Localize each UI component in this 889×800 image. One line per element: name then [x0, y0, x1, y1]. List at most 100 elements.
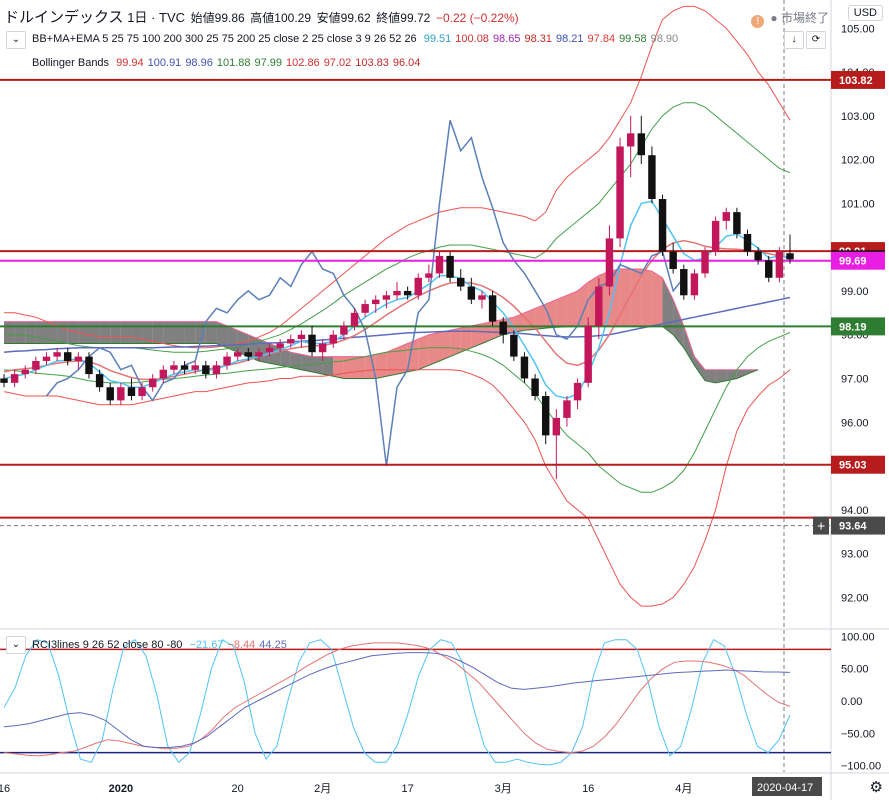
ichimoku-cloud-segment	[163, 321, 174, 344]
main-value: 99.51	[423, 33, 452, 45]
ichimoku-cloud-segment	[418, 334, 429, 370]
rci-value: 44.25	[259, 639, 287, 651]
ichimoku-cloud-segment	[556, 295, 567, 328]
rci-indicator-name[interactable]: RCI3lines 9 26 52 close 80 -80	[32, 639, 182, 651]
candle-body	[202, 365, 210, 375]
candle-body	[287, 339, 295, 344]
candle-body	[74, 356, 83, 361]
candle-body	[446, 255, 454, 278]
candle-body	[499, 321, 507, 335]
time-tick-label: 16	[582, 783, 594, 795]
candle-body	[329, 334, 337, 344]
ichimoku-cloud-segment	[152, 321, 164, 344]
ichimoku-cloud-segment	[14, 321, 26, 344]
candle-body	[648, 155, 656, 199]
main-indicator-legend: BB+MA+EMA 5 25 75 100 200 300 25 75 200 …	[32, 33, 686, 45]
refresh-icon[interactable]: ⟳	[806, 31, 826, 49]
ichimoku-cloud-segment	[99, 321, 111, 344]
candle-body	[520, 356, 529, 379]
candle-body	[435, 255, 444, 274]
candle-body	[669, 251, 677, 270]
symbol-header: ドルインデックス 1日 · TVC 始値99.86 高値100.29 安値99.…	[4, 6, 519, 27]
candle-body	[467, 286, 476, 300]
download-arrow-icon[interactable]: ↓	[784, 31, 804, 49]
ichimoku-cloud-segment	[173, 321, 185, 344]
close-value: 終値99.72	[376, 11, 431, 25]
price-tag-label: 95.03	[839, 460, 867, 472]
main-value: 100.08	[455, 33, 489, 45]
bb-legend: Bollinger Bands 99.94 100.91 98.96 101.88 97…	[32, 57, 428, 69]
bb-value: 97.99	[254, 57, 283, 69]
rci-legend: RCI3lines 9 26 52 close 80 -80 −21.67 −8.…	[32, 639, 295, 651]
candle-body	[478, 295, 486, 300]
price-tick-label: 103.00	[841, 111, 875, 123]
high-value: 高値100.29	[250, 11, 312, 25]
bb-value: 99.94	[116, 57, 144, 69]
price-tick-label: 94.00	[841, 505, 869, 517]
price-tick-label: 96.00	[841, 417, 869, 429]
clock-icon: !	[751, 15, 765, 28]
currency-button[interactable]: USD	[847, 5, 883, 21]
bb-value: 103.83	[355, 57, 389, 69]
main-indicator-name[interactable]: BB+MA+EMA 5 25 75 100 200 300 25 75 200 …	[32, 33, 417, 45]
bb-value: 97.02	[323, 57, 352, 69]
ichimoku-cloud-segment	[301, 354, 313, 372]
open-value: 始値99.86	[190, 11, 245, 25]
candle-body	[425, 273, 433, 278]
price-tag-label: 98.19	[839, 321, 867, 333]
time-tick-label: 2月	[314, 783, 331, 795]
price-tick-label: 101.00	[841, 198, 875, 210]
ichimoku-cloud-segment	[35, 321, 47, 344]
symbol-name[interactable]: ドルインデックス	[4, 9, 124, 26]
price-tag-label: 99.69	[839, 256, 867, 268]
candle-body	[722, 212, 730, 221]
bb-indicator-name[interactable]: Bollinger Bands	[32, 57, 109, 69]
candle-body	[255, 352, 263, 357]
rci-values: −21.67 −8.44 44.25	[190, 639, 291, 651]
candle-body	[21, 369, 29, 375]
candle-body	[32, 360, 40, 370]
chart-root: 105.00104.00103.00102.00101.00100.0099.0…	[0, 0, 889, 800]
main-value: 98.90	[650, 33, 679, 45]
change-value: −0.22 (−0.22%)	[435, 11, 519, 25]
collapse-chevron-icon[interactable]: ⌄	[6, 31, 26, 49]
settings-gear-icon[interactable]: ⚙	[870, 778, 883, 796]
candle-body	[552, 417, 561, 436]
rci-collapse-chevron-icon[interactable]: ⌄	[6, 636, 26, 654]
candle-body	[510, 334, 518, 357]
candle-body	[159, 369, 168, 379]
candle-body	[765, 260, 773, 278]
ichimoku-cloud-segment	[290, 352, 302, 370]
candle-body	[393, 290, 401, 296]
candle-body	[701, 251, 709, 274]
ichimoku-cloud-segment	[375, 352, 387, 379]
chart-svg[interactable]: 105.00104.00103.00102.00101.00100.0099.0…	[0, 0, 889, 800]
ichimoku-cloud-segment	[110, 321, 121, 344]
candle-body	[42, 356, 51, 361]
candle-body	[541, 395, 550, 436]
candle-body	[127, 387, 136, 396]
candle-body	[318, 343, 327, 353]
candle-body	[658, 198, 667, 252]
ichimoku-cloud-segment	[428, 332, 440, 366]
candle-body	[733, 212, 741, 235]
candle-body	[382, 295, 391, 300]
low-value: 安値99.62	[316, 11, 371, 25]
candle-body	[212, 365, 221, 375]
separator: ·	[151, 10, 156, 25]
plot-background	[0, 0, 831, 800]
candle-body	[138, 387, 146, 396]
candle-body	[573, 382, 582, 401]
candle-body	[680, 269, 688, 296]
interval-label[interactable]: 1日	[127, 10, 147, 25]
candle-body	[414, 277, 422, 296]
candle-body	[106, 387, 114, 401]
candle-body	[297, 334, 306, 340]
candle-body	[754, 251, 762, 261]
time-tick-label: 2020-04-17	[757, 782, 813, 794]
main-value: 98.21	[556, 33, 584, 45]
candle-body	[350, 312, 359, 326]
candle-body	[711, 220, 720, 252]
candle-body	[531, 378, 539, 396]
bb-value: 101.88	[216, 57, 251, 69]
